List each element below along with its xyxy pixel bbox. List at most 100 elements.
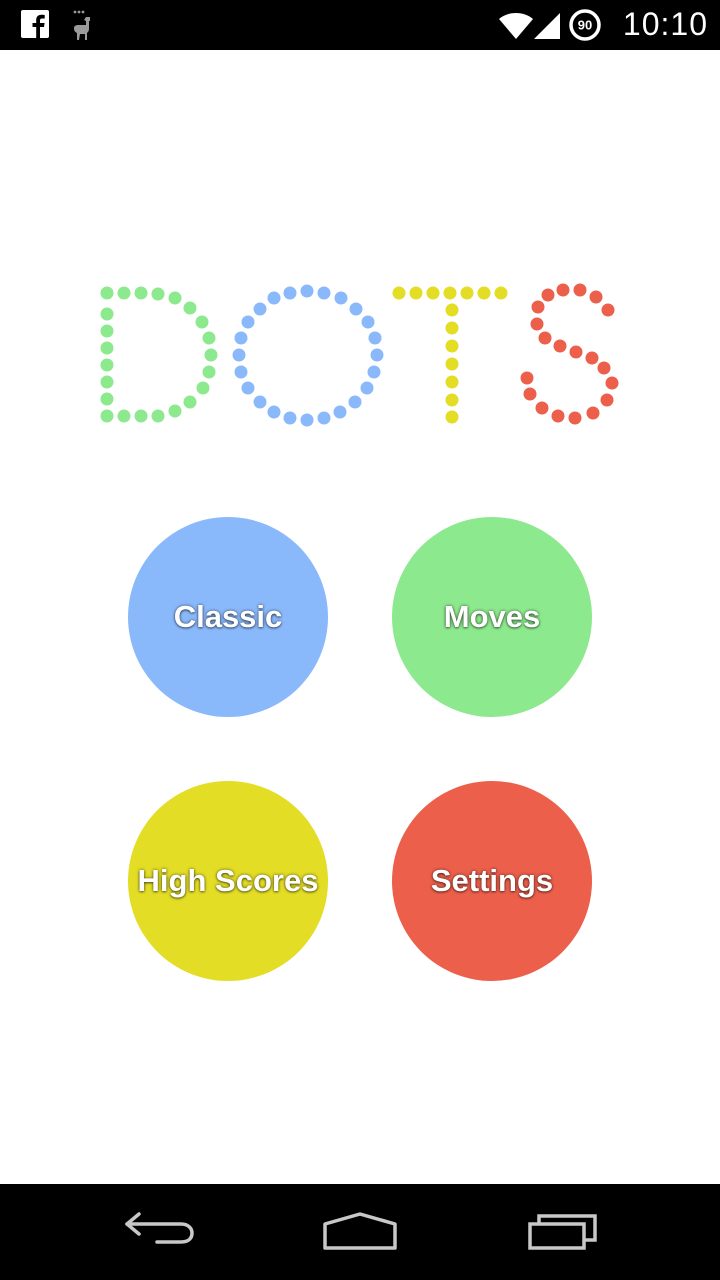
navigation-bar [0,1184,720,1280]
logo-dot [333,405,347,419]
logo-dot [585,351,599,365]
logo-dot [600,393,614,407]
logo-dot [100,375,114,389]
high-scores-button[interactable]: High Scores [128,781,328,981]
logo-dot [367,365,381,379]
logo-dot [202,365,216,379]
logo-dot [334,291,348,305]
logo-dot [426,286,440,300]
logo-dot [477,286,491,300]
logo-dot [100,358,114,372]
logo-dot [183,301,197,315]
clock-time: 10:10 [622,6,708,42]
logo-letter-d [100,286,218,423]
logo-dot [100,341,114,355]
settings-button-label: Settings [430,863,554,898]
wifi-icon [499,13,533,39]
high-scores-button-label: High Scores [137,863,319,898]
settings-button[interactable]: Settings [392,781,592,981]
home-icon[interactable] [315,1202,405,1262]
logo-dot [445,410,459,424]
logo-dot [553,339,567,353]
logo-dot [241,381,255,395]
classic-button[interactable]: Classic [128,517,328,717]
logo-dot [520,371,534,385]
logo-dot [317,286,331,300]
logo-dot [445,303,459,317]
logo-dot [283,286,297,300]
recents-icon[interactable] [517,1202,607,1262]
logo-dot [100,392,114,406]
logo-dot [551,409,565,423]
logo-dot [241,315,255,329]
logo-dot [409,286,423,300]
logo-dot [349,302,363,316]
logo-dot [283,411,297,425]
logo-dot [568,411,582,425]
logo-dot [494,286,508,300]
logo-dot [134,286,148,300]
logo-letter-s [520,283,619,425]
logo-dot [100,286,114,300]
logo-dot [569,345,583,359]
logo-dot [392,286,406,300]
logo-dot [196,381,210,395]
system-icons: 90 10:10 [498,0,708,50]
logo-dot [267,405,281,419]
moves-button[interactable]: Moves [392,517,592,717]
logo-dot [267,291,281,305]
logo-dot [445,393,459,407]
logo-dot [586,406,600,420]
moves-button-label: Moves [443,599,541,634]
back-icon[interactable] [115,1202,205,1262]
logo-dot [530,317,544,331]
logo-dot [368,331,382,345]
logo-letter-t [392,286,508,424]
logo-dot [168,404,182,418]
logo-dot [100,409,114,423]
classic-button-label: Classic [173,599,283,634]
logo-dot [117,286,131,300]
logo-dot [253,302,267,316]
llama-icon [73,10,90,40]
logo-dot [460,286,474,300]
facebook-icon [21,10,49,39]
logo-dot [523,387,537,401]
logo-dot [360,381,374,395]
battery-level-text: 90 [578,18,592,33]
logo-dot [601,303,615,317]
logo-dot [348,395,362,409]
logo-dot [361,315,375,329]
logo-dot [445,321,459,335]
logo-dot [317,411,331,425]
logo-dot [370,348,384,362]
logo-dot [589,290,603,304]
logo-dot [100,324,114,338]
logo-dot [300,284,314,298]
logo-dot [573,283,587,297]
logo-dot [443,286,457,300]
logo-dot [445,357,459,371]
logo-dot [531,300,545,314]
logo-dot [300,413,314,427]
logo-dot [445,375,459,389]
logo-dot [100,307,114,321]
signal-icon [534,13,560,39]
main-screen: 90 10:10 Classic Moves High Scores Setti… [0,0,720,1280]
logo-dot [445,339,459,353]
logo-dot [538,331,552,345]
logo-dot [232,348,246,362]
logo-dot [204,348,218,362]
logo-dot [541,288,555,302]
logo-dot [597,361,611,375]
logo-dot [234,365,248,379]
logo-dot [183,395,197,409]
logo-dot [556,283,570,297]
logo-dot [195,315,209,329]
logo-dot [535,401,549,415]
logo-dot [202,331,216,345]
logo-dot [168,291,182,305]
logo-dot [234,331,248,345]
logo-dot [151,287,165,301]
logo-dot [253,395,267,409]
